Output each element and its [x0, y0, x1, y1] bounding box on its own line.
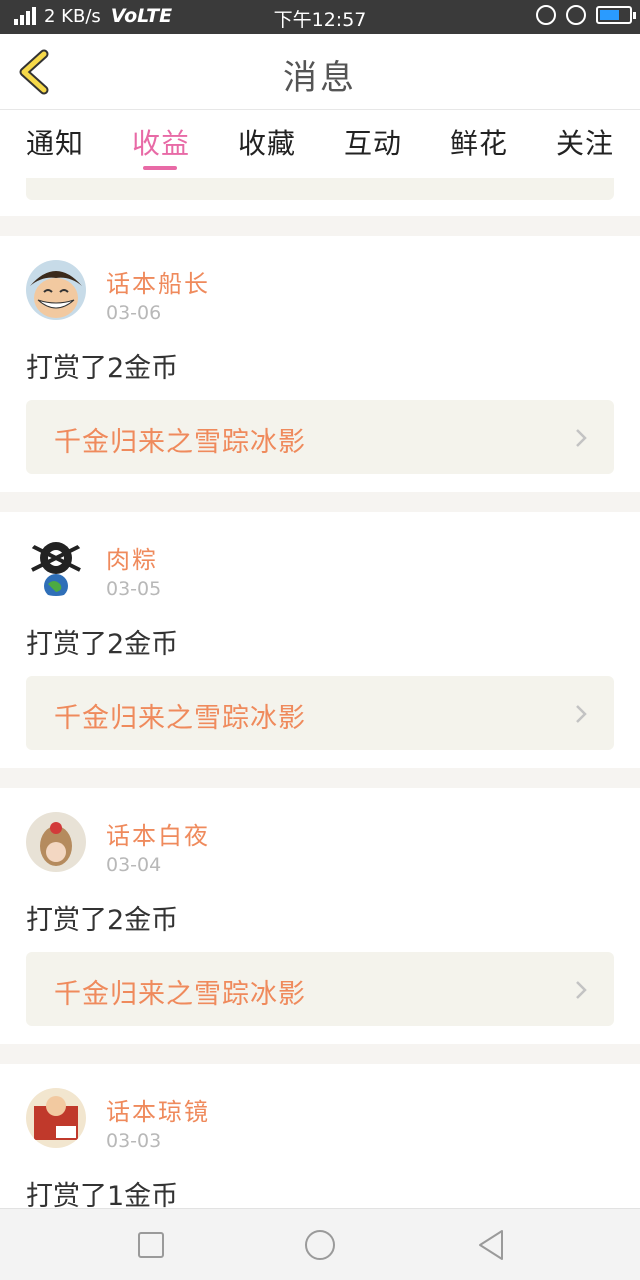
avatar-image	[26, 536, 86, 596]
home-circle-icon[interactable]	[302, 1227, 338, 1263]
list-item: 话本琼镜 03-03 打赏了1金币	[0, 1064, 640, 1208]
avatar[interactable]	[26, 260, 86, 320]
avatar-image	[26, 260, 86, 320]
book-link-partial[interactable]	[26, 178, 614, 200]
tab-favorites[interactable]: 收藏	[238, 122, 296, 162]
message-date: 03-04	[106, 854, 162, 876]
sender-name[interactable]: 话本船长	[106, 264, 210, 299]
book-link[interactable]: 千金归来之雪踪冰影	[26, 676, 614, 750]
avatar[interactable]	[26, 536, 86, 596]
message-text: 打赏了2金币	[26, 629, 179, 660]
tab-following[interactable]: 关注	[556, 122, 614, 162]
recents-square-icon[interactable]	[133, 1227, 169, 1263]
avatar-image	[26, 812, 86, 872]
battery-icon	[596, 6, 636, 24]
alarm-icon	[566, 5, 586, 25]
list-item: 话本白夜 03-04 打赏了2金币 千金归来之雪踪冰影	[0, 788, 640, 1044]
message-date: 03-05	[106, 578, 162, 600]
chevron-right-icon	[576, 981, 587, 999]
list-item: 话本船长 03-06 打赏了2金币 千金归来之雪踪冰影	[0, 236, 640, 492]
list-item-partial	[0, 178, 640, 216]
sender-name[interactable]: 话本白夜	[106, 816, 210, 851]
book-link[interactable]: 千金归来之雪踪冰影	[26, 400, 614, 474]
status-bar: 2 KB/s VoLTE 下午12:57	[0, 0, 640, 34]
avatar[interactable]	[26, 812, 86, 872]
tab-interactions[interactable]: 互动	[344, 122, 402, 162]
status-right	[536, 5, 636, 25]
sender-name[interactable]: 话本琼镜	[106, 1092, 210, 1127]
book-title: 千金归来之雪踪冰影	[54, 427, 306, 458]
chevron-right-icon	[576, 429, 587, 447]
active-tab-indicator	[143, 166, 177, 170]
avatar[interactable]	[26, 1088, 86, 1148]
avatar-image	[26, 1088, 86, 1148]
chevron-right-icon	[576, 705, 587, 723]
tab-flowers[interactable]: 鲜花	[450, 122, 508, 162]
sender-name[interactable]: 肉粽	[106, 540, 158, 575]
message-date: 03-06	[106, 302, 162, 324]
message-text: 打赏了2金币	[26, 353, 179, 384]
message-text: 打赏了1金币	[26, 1181, 179, 1208]
tab-notifications[interactable]: 通知	[26, 122, 84, 162]
back-triangle-icon[interactable]	[474, 1227, 510, 1263]
message-date: 03-03	[106, 1130, 162, 1152]
message-text: 打赏了2金币	[26, 905, 179, 936]
book-link[interactable]: 千金归来之雪踪冰影	[26, 952, 614, 1026]
book-title: 千金归来之雪踪冰影	[54, 703, 306, 734]
app-header: 消息	[0, 34, 640, 110]
book-title: 千金归来之雪踪冰影	[54, 979, 306, 1010]
tab-earnings[interactable]: 收益	[132, 122, 190, 162]
system-nav-bar	[0, 1208, 640, 1280]
message-list[interactable]: 话本船长 03-06 打赏了2金币 千金归来之雪踪冰影 肉粽 03-05 打赏了…	[0, 178, 640, 1208]
page-title: 消息	[283, 58, 357, 98]
tab-bar: 通知 收益 收藏 互动 鲜花 关注	[0, 110, 640, 178]
list-item: 肉粽 03-05 打赏了2金币 千金归来之雪踪冰影	[0, 512, 640, 768]
rotation-lock-icon	[536, 5, 556, 25]
